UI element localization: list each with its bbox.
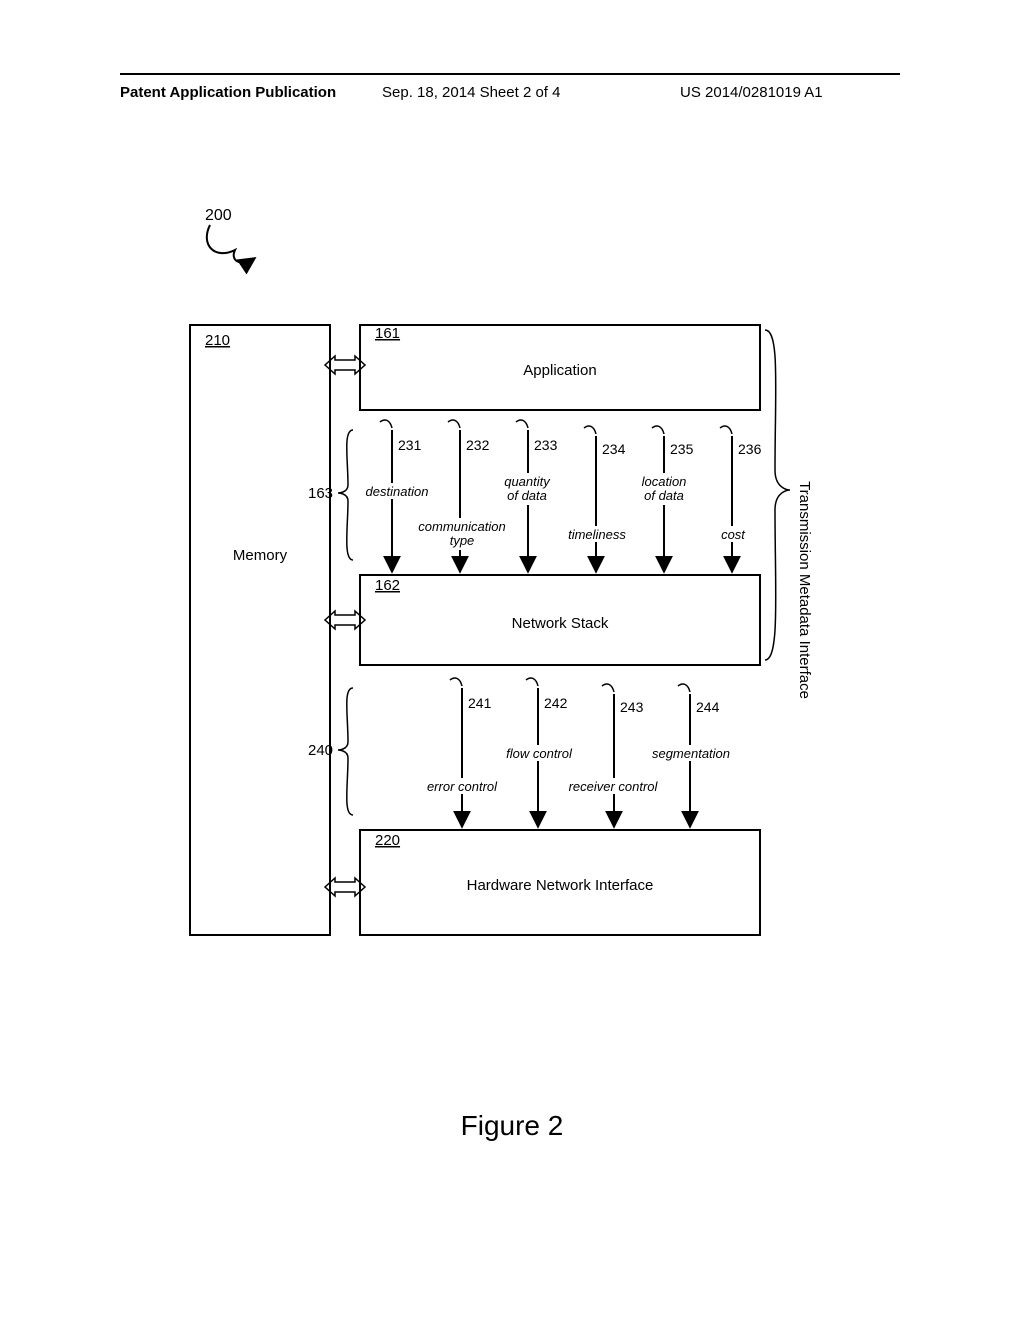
ref-234: 234: [602, 441, 626, 457]
brace-240: [338, 688, 353, 815]
side-brace: [765, 330, 790, 660]
label-quantity2: of data: [507, 488, 547, 503]
label-location2: of data: [644, 488, 684, 503]
header-left: Patent Application Publication: [120, 84, 336, 101]
network-stack-label: Network Stack: [512, 615, 609, 632]
hardware-label: Hardware Network Interface: [467, 877, 654, 894]
header-right: US 2014/0281019 A1: [680, 84, 823, 101]
diagram: 200 210 Memory 161 Application 162 Netwo…: [180, 190, 860, 990]
ref-200: 200: [205, 207, 232, 224]
ref-235: 235: [670, 441, 694, 457]
label-destination: destination: [366, 484, 429, 499]
ref-231: 231: [398, 437, 422, 453]
label-timeliness: timeliness: [568, 527, 626, 542]
ref-236: 236: [738, 441, 762, 457]
side-label: Transmission Metadata Interface: [796, 481, 813, 699]
ref-210: 210: [205, 332, 230, 349]
memory-label: Memory: [233, 547, 288, 564]
label-segmentation: segmentation: [652, 746, 730, 761]
ref-243: 243: [620, 699, 644, 715]
header-rule: [120, 73, 900, 75]
label-commtype2: type: [450, 533, 475, 548]
figure-label: Figure 2: [0, 1110, 1024, 1142]
arrow-236: 236: [720, 426, 762, 572]
label-location1: location: [642, 474, 687, 489]
ref-232: 232: [466, 437, 490, 453]
label-receivercontrol: receiver control: [569, 779, 659, 794]
header-center: Sep. 18, 2014 Sheet 2 of 4: [382, 84, 560, 101]
page: Patent Application Publication Sep. 18, …: [0, 0, 1024, 1320]
ref-163: 163: [308, 485, 333, 502]
label-quantity1: quantity: [504, 474, 551, 489]
application-label: Application: [523, 362, 596, 379]
label-errorcontrol: error control: [427, 779, 498, 794]
ref-241: 241: [468, 695, 492, 711]
ref-220: 220: [375, 832, 400, 849]
memory-block: [190, 325, 330, 935]
label-flowcontrol: flow control: [506, 746, 573, 761]
ref-240: 240: [308, 742, 333, 759]
label-cost: cost: [721, 527, 746, 542]
ref-242: 242: [544, 695, 568, 711]
arrow-241: 241: [450, 678, 492, 827]
ref-161: 161: [375, 325, 400, 342]
label-commtype1: communication: [418, 519, 505, 534]
brace-163: [338, 430, 353, 560]
ref-244: 244: [696, 699, 720, 715]
ref-233: 233: [534, 437, 558, 453]
ref-162: 162: [375, 577, 400, 594]
arrow-234: 234: [584, 426, 626, 572]
arrow-243: 243: [602, 684, 644, 827]
